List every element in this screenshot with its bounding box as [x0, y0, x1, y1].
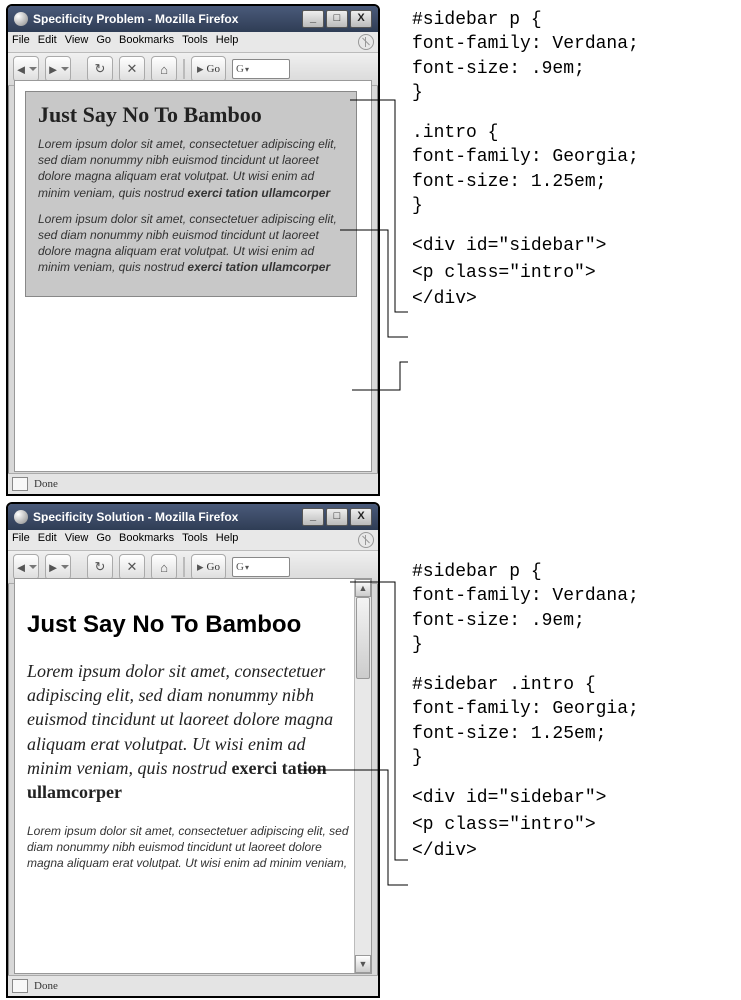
menu-go[interactable]: Go [96, 34, 111, 50]
page-heading: Just Say No To Bamboo [27, 611, 349, 639]
menu-view[interactable]: View [65, 34, 89, 50]
css-rule-sidebar-p: #sidebar p { font-family: Verdana; font-… [412, 8, 734, 105]
close-button[interactable]: X [350, 10, 372, 28]
statusbar: Done [8, 473, 378, 494]
search-engine-icon: G [236, 63, 244, 75]
close-button[interactable]: X [350, 508, 372, 526]
window-controls: _ □ X [302, 508, 372, 526]
menubar: File Edit View Go Bookmarks Tools Help [8, 32, 378, 53]
html-close-div: </div> [412, 287, 734, 311]
statusbar: Done [8, 975, 378, 996]
para-bold: exerci tation ullamcorper [187, 260, 330, 274]
maximize-button[interactable]: □ [326, 10, 348, 28]
menu-view[interactable]: View [65, 532, 89, 548]
menu-file[interactable]: File [12, 34, 30, 50]
throbber-icon [358, 532, 374, 548]
html-close-div: </div> [412, 839, 734, 863]
firefox-icon [14, 510, 28, 524]
forward-button[interactable]: ► [45, 554, 71, 580]
window-controls: _ □ X [302, 10, 372, 28]
home-button[interactable]: ⌂ [151, 554, 177, 580]
code-column-problem: #sidebar p { font-family: Verdana; font-… [412, 8, 734, 327]
page: Just Say No To Bamboo Lorem ipsum dolor … [15, 579, 371, 893]
scroll-up-icon[interactable]: ▲ [355, 579, 371, 597]
go-button[interactable]: ▸Go [191, 56, 226, 82]
sidebar-div: Just Say No To Bamboo Lorem ipsum dolor … [25, 91, 357, 297]
go-label: Go [207, 63, 220, 75]
css-rule-intro: .intro { font-family: Georgia; font-size… [412, 121, 734, 218]
throbber-icon [358, 34, 374, 50]
minimize-button[interactable]: _ [302, 10, 324, 28]
menu-tools[interactable]: Tools [182, 34, 208, 50]
code-column-solution: #sidebar p { font-family: Verdana; font-… [412, 560, 734, 879]
second-paragraph: Lorem ipsum dolor sit amet, consectetuer… [38, 211, 344, 276]
menu-go[interactable]: Go [96, 532, 111, 548]
html-open-p: <p class="intro"> [412, 813, 734, 837]
search-box[interactable]: G▾ [232, 557, 290, 577]
status-icon [12, 979, 28, 993]
second-paragraph: Lorem ipsum dolor sit amet, consectetuer… [27, 823, 349, 872]
para-bold: exerci tation ullamcorper [187, 186, 330, 200]
menu-tools[interactable]: Tools [182, 532, 208, 548]
css-rule-sidebar-p: #sidebar p { font-family: Verdana; font-… [412, 560, 734, 657]
reload-button[interactable]: ↻ [87, 554, 113, 580]
reload-button[interactable]: ↻ [87, 56, 113, 82]
go-button[interactable]: ▸Go [191, 554, 226, 580]
menu-bookmarks[interactable]: Bookmarks [119, 532, 174, 548]
titlebar[interactable]: Specificity Solution - Mozilla Firefox _… [8, 504, 378, 530]
search-box[interactable]: G▾ [232, 59, 290, 79]
para-text: Lorem ipsum dolor sit amet, consectetuer… [27, 824, 349, 870]
html-open-div: <div id="sidebar"> [412, 786, 734, 810]
figure: Specificity Problem - Mozilla Firefox _ … [0, 0, 741, 1000]
go-label: Go [207, 561, 220, 573]
titlebar[interactable]: Specificity Problem - Mozilla Firefox _ … [8, 6, 378, 32]
menu-bookmarks[interactable]: Bookmarks [119, 34, 174, 50]
search-engine-icon: G [236, 561, 244, 573]
minimize-button[interactable]: _ [302, 508, 324, 526]
scroll-thumb[interactable] [356, 597, 370, 679]
browser-window-solution: Specificity Solution - Mozilla Firefox _… [6, 502, 380, 998]
menu-help[interactable]: Help [216, 34, 239, 50]
stop-button[interactable]: ✕ [119, 56, 145, 82]
page: Just Say No To Bamboo Lorem ipsum dolor … [15, 81, 371, 307]
home-button[interactable]: ⌂ [151, 56, 177, 82]
menu-file[interactable]: File [12, 532, 30, 548]
menubar: File Edit View Go Bookmarks Tools Help [8, 530, 378, 551]
firefox-icon [14, 12, 28, 26]
back-button[interactable]: ◄ [13, 554, 39, 580]
window-title: Specificity Solution - Mozilla Firefox [33, 511, 302, 523]
intro-paragraph: Lorem ipsum dolor sit amet, consectetuer… [38, 136, 344, 201]
content-area: Just Say No To Bamboo Lorem ipsum dolor … [14, 80, 372, 472]
status-icon [12, 477, 28, 491]
scrollbar[interactable]: ▲ ▼ [354, 579, 371, 973]
status-text: Done [34, 478, 58, 490]
status-text: Done [34, 980, 58, 992]
stop-button[interactable]: ✕ [119, 554, 145, 580]
menu-help[interactable]: Help [216, 532, 239, 548]
back-button[interactable]: ◄ [13, 56, 39, 82]
window-title: Specificity Problem - Mozilla Firefox [33, 13, 302, 25]
scroll-down-icon[interactable]: ▼ [355, 955, 371, 973]
maximize-button[interactable]: □ [326, 508, 348, 526]
forward-button[interactable]: ► [45, 56, 71, 82]
html-open-p: <p class="intro"> [412, 261, 734, 285]
menu-edit[interactable]: Edit [38, 532, 57, 548]
content-area: Just Say No To Bamboo Lorem ipsum dolor … [14, 578, 372, 974]
menu-edit[interactable]: Edit [38, 34, 57, 50]
css-rule-sidebar-intro: #sidebar .intro { font-family: Georgia; … [412, 673, 734, 770]
page-heading: Just Say No To Bamboo [38, 102, 344, 128]
browser-window-problem: Specificity Problem - Mozilla Firefox _ … [6, 4, 380, 496]
html-open-div: <div id="sidebar"> [412, 234, 734, 258]
intro-paragraph: Lorem ipsum dolor sit amet, consectetuer… [27, 659, 349, 805]
